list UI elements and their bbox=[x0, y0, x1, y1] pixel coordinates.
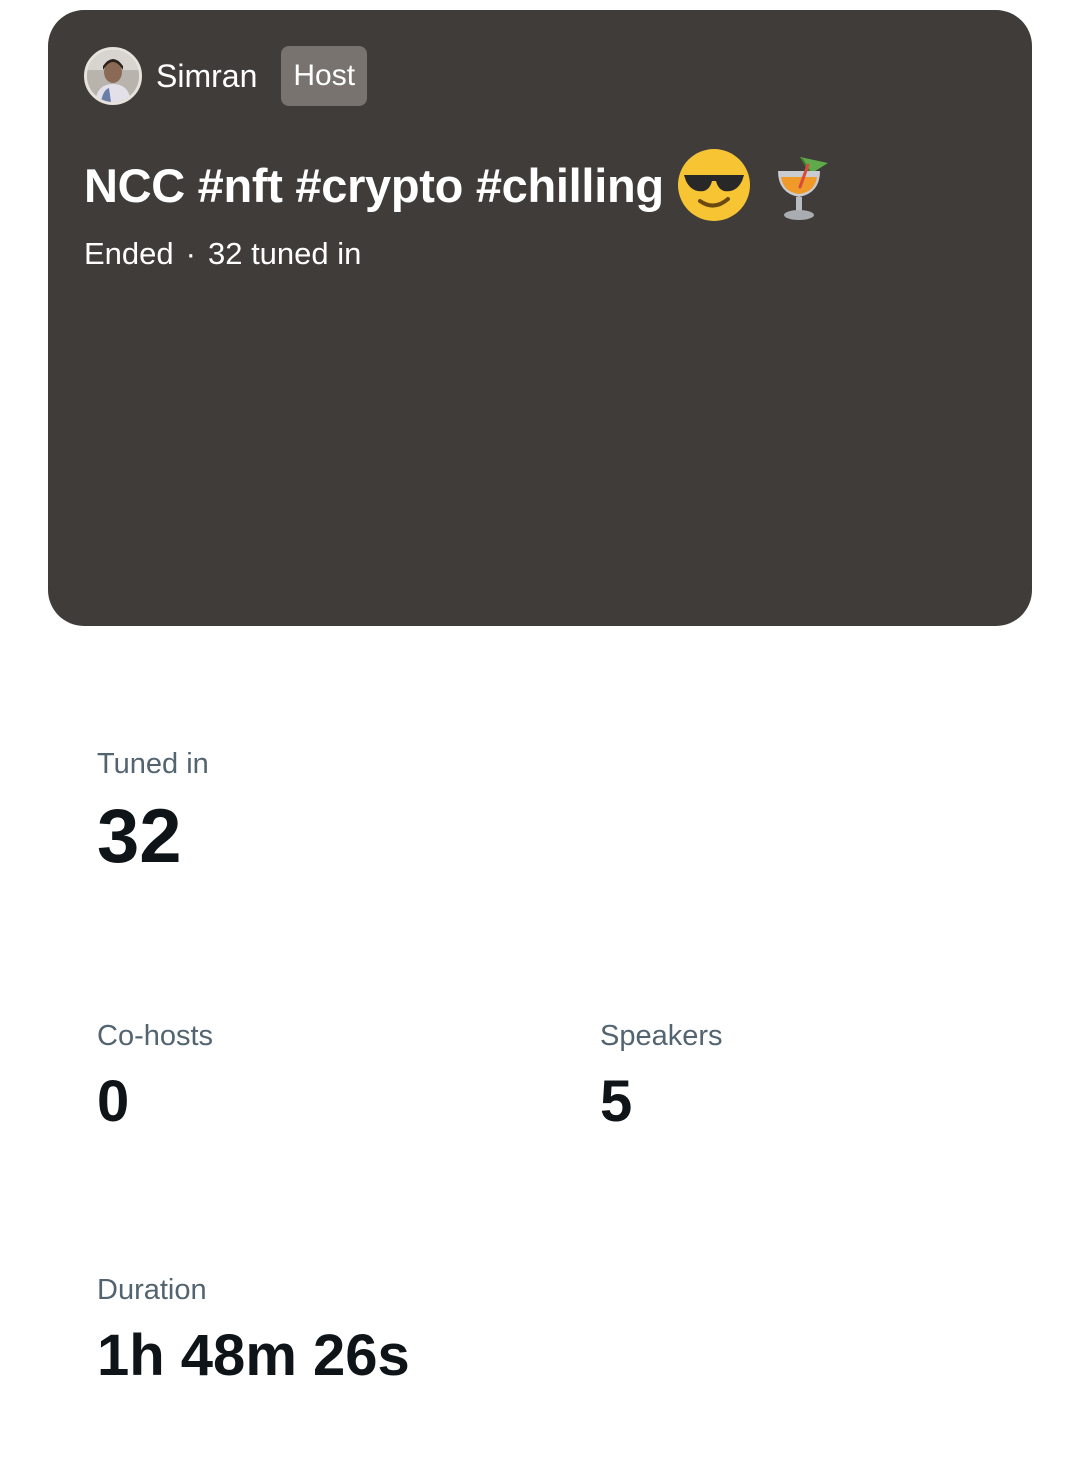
tropical-drink-icon bbox=[770, 147, 832, 223]
stat-value-cohosts: 0 bbox=[97, 1069, 130, 1134]
stat-label-speakers: Speakers bbox=[600, 1020, 723, 1052]
stat-cohosts: Co-hosts 0 bbox=[97, 1020, 213, 1131]
stat-label-tuned-in: Tuned in bbox=[97, 748, 209, 780]
tuned-in-text: 32 tuned in bbox=[207, 236, 362, 271]
stat-label-cohosts: Co-hosts bbox=[97, 1020, 214, 1052]
space-title: NCC #nft #crypto #chilling bbox=[84, 158, 664, 212]
sunglasses-face-icon bbox=[676, 147, 752, 223]
host-badge: Host bbox=[281, 46, 368, 106]
stat-value-duration: 1h 48m 26s bbox=[97, 1323, 410, 1388]
stat-value-tuned-in: 32 bbox=[97, 794, 182, 879]
stat-label-duration: Duration bbox=[97, 1274, 207, 1306]
status-separator: · bbox=[185, 236, 196, 271]
host-row: Simran Host bbox=[84, 46, 996, 106]
space-title-row: NCC #nft #crypto #chilling bbox=[84, 140, 996, 230]
avatar[interactable] bbox=[84, 47, 142, 105]
stat-speakers: Speakers 5 bbox=[600, 1020, 723, 1131]
space-card: Simran Host NCC #nft #crypto #chilling E… bbox=[48, 10, 1032, 626]
space-status-row: Ended · 32 tuned in bbox=[84, 236, 996, 272]
space-summary-page: Simran Host NCC #nft #crypto #chilling E… bbox=[0, 0, 1080, 1461]
stat-value-speakers: 5 bbox=[600, 1069, 633, 1134]
stat-duration: Duration 1h 48m 26s bbox=[97, 1274, 410, 1385]
host-name: Simran bbox=[156, 57, 258, 94]
status-text: Ended bbox=[84, 236, 174, 271]
stat-tuned-in: Tuned in 32 bbox=[97, 748, 209, 875]
